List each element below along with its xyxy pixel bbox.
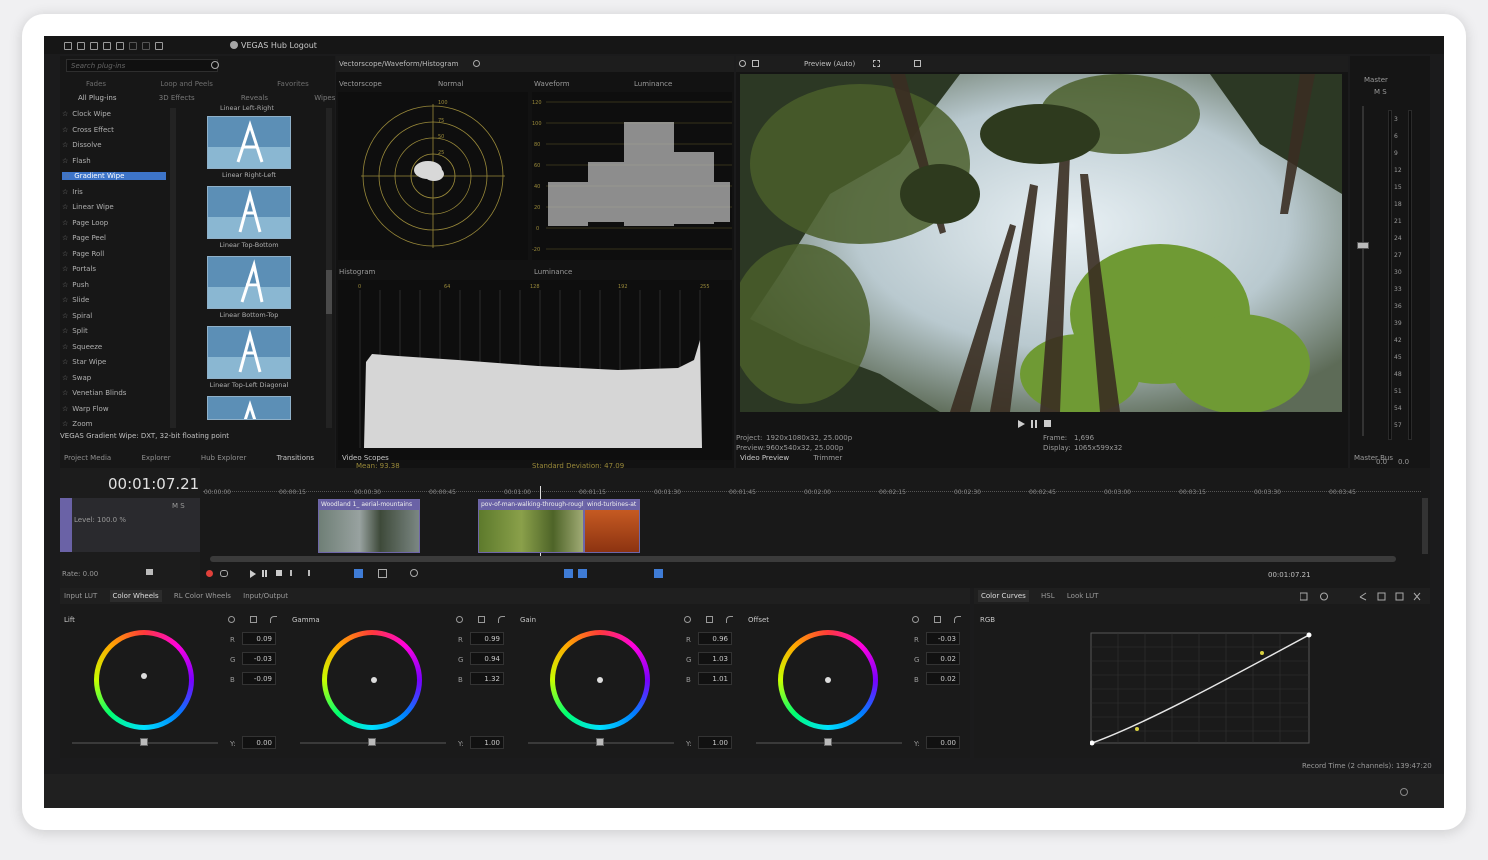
channel-label-b: B [914,676,919,684]
channel-value-r[interactable]: 0.09 [242,632,276,645]
channel-value-b[interactable]: 1.01 [698,672,732,685]
wheel-reset-icon[interactable] [912,616,919,623]
color-wheel-puck[interactable] [597,677,603,683]
channel-value-b[interactable]: -0.09 [242,672,276,685]
wheel-reset-icon[interactable] [228,616,235,623]
wheel-undo-icon[interactable] [498,616,505,623]
channel-label-r: R [458,636,463,644]
luma-label: Y: [914,740,920,748]
wheel-reset-icon[interactable] [456,616,463,623]
channel-value-g[interactable]: 0.94 [470,652,504,665]
color-wheel-puck[interactable] [141,673,147,679]
vegas-app-window: VEGAS Hub Logout Search plug-ins Fades L… [44,36,1444,808]
color-curves-panel: RGB [974,588,1430,758]
curves-toolbar-icons[interactable] [1300,592,1424,602]
curves-channel[interactable]: RGB [980,616,995,624]
channel-label-g: G [686,656,692,664]
wheel-reset-icon[interactable] [684,616,691,623]
luma-label: Y: [686,740,692,748]
luma-label: Y: [230,740,236,748]
wheel-picker-icon[interactable] [934,616,941,623]
luma-label: Y: [458,740,464,748]
record-time: Record Time (2 channels): 139:47:20 [1302,762,1432,770]
channel-label-b: B [458,676,463,684]
channel-label-r: R [686,636,691,644]
wheel-picker-icon[interactable] [250,616,257,623]
channel-label-b: B [686,676,691,684]
status-bar [44,774,1444,808]
channel-label-b: B [230,676,235,684]
luma-slider-knob[interactable] [824,738,832,746]
wheel-title: Gain [520,616,537,624]
channel-value-r[interactable]: -0.03 [926,632,960,645]
wheel-title: Gamma [292,616,320,624]
luma-value[interactable]: 1.00 [470,736,504,749]
luma-slider-knob[interactable] [368,738,376,746]
luma-value[interactable]: 0.00 [926,736,960,749]
tab-look-lut[interactable]: Look LUT [1067,592,1099,600]
color-wheel-puck[interactable] [371,677,377,683]
wheel-undo-icon[interactable] [726,616,733,623]
channel-value-b[interactable]: 0.02 [926,672,960,685]
tab-hsl[interactable]: HSL [1041,592,1055,600]
wheel-undo-icon[interactable] [270,616,277,623]
luma-slider-knob[interactable] [596,738,604,746]
channel-label-r: R [230,636,235,644]
wheel-picker-icon[interactable] [706,616,713,623]
wheel-title: Lift [64,616,75,624]
luma-value[interactable]: 1.00 [698,736,732,749]
wheel-undo-icon[interactable] [954,616,961,623]
channel-value-g[interactable]: -0.03 [242,652,276,665]
channel-label-r: R [914,636,919,644]
luma-value[interactable]: 0.00 [242,736,276,749]
channel-value-b[interactable]: 1.32 [470,672,504,685]
channel-value-r[interactable]: 0.96 [698,632,732,645]
channel-label-g: G [914,656,920,664]
power-icon[interactable] [1400,788,1408,796]
channel-value-g[interactable]: 0.02 [926,652,960,665]
rgb-curve-graph[interactable] [1090,632,1312,746]
channel-value-r[interactable]: 0.99 [470,632,504,645]
wheel-title: Offset [748,616,770,624]
color-wheel[interactable] [94,630,194,730]
tab-color-curves[interactable]: Color Curves [978,590,1029,602]
color-wheel-puck[interactable] [825,677,831,683]
channel-label-g: G [458,656,464,664]
curves-tabs[interactable]: Color Curves HSL Look LUT [978,590,1120,604]
wheel-picker-icon[interactable] [478,616,485,623]
luma-slider-knob[interactable] [140,738,148,746]
channel-label-g: G [230,656,236,664]
channel-value-g[interactable]: 1.03 [698,652,732,665]
